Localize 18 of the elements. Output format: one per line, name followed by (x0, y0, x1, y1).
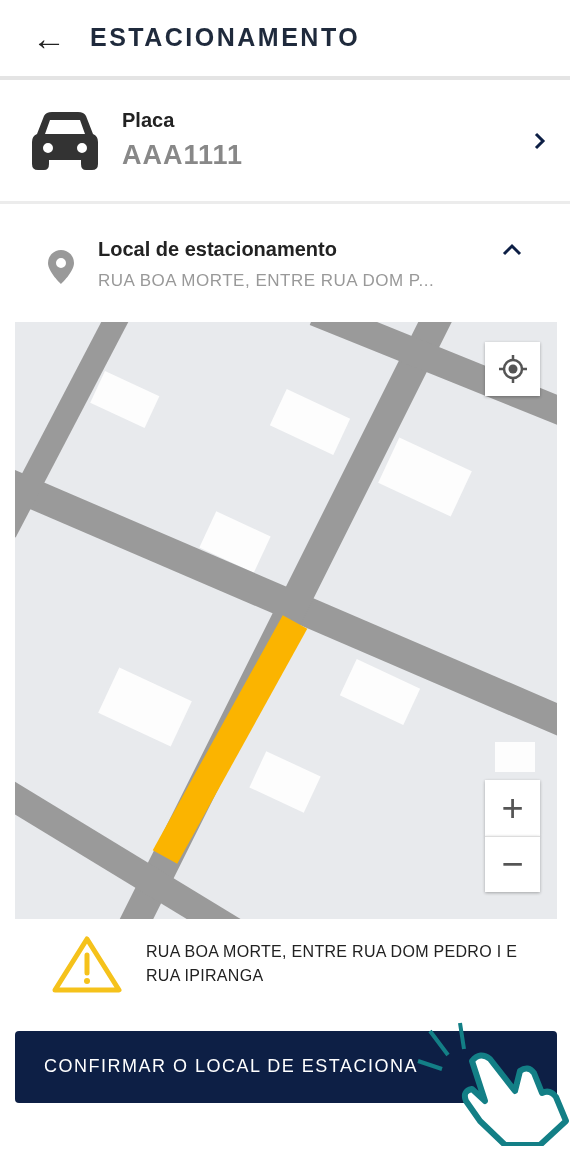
plate-number: AAA1111 (122, 139, 245, 173)
page-title: ESTACIONAMENTO (90, 22, 361, 54)
chevron-up-icon[interactable] (502, 242, 522, 258)
zoom-out-button[interactable]: − (485, 835, 540, 892)
chevron-right-icon (534, 131, 546, 150)
zoom-in-button[interactable]: + (485, 779, 540, 836)
car-icon (32, 111, 98, 170)
my-location-button[interactable] (485, 341, 540, 396)
location-label: Local de estacionamento (98, 237, 338, 262)
crosshair-icon (497, 353, 528, 384)
location-row[interactable]: Local de estacionamento RUA BOA MORTE, ENTRE RUA DOM P... (0, 204, 570, 322)
plate-label: Placa (122, 108, 176, 134)
warning-icon (52, 934, 122, 993)
location-pin-icon (48, 250, 74, 284)
location-address: RUA BOA MORTE, ENTRE RUA DOM P... (98, 270, 436, 292)
vehicle-row[interactable]: Placa AAA1111 (0, 80, 570, 204)
warning-text: RUA BOA MORTE, ENTRE RUA DOM PEDRO I E RUA IPIRANGA (146, 941, 519, 986)
back-button[interactable]: ← (32, 21, 66, 55)
